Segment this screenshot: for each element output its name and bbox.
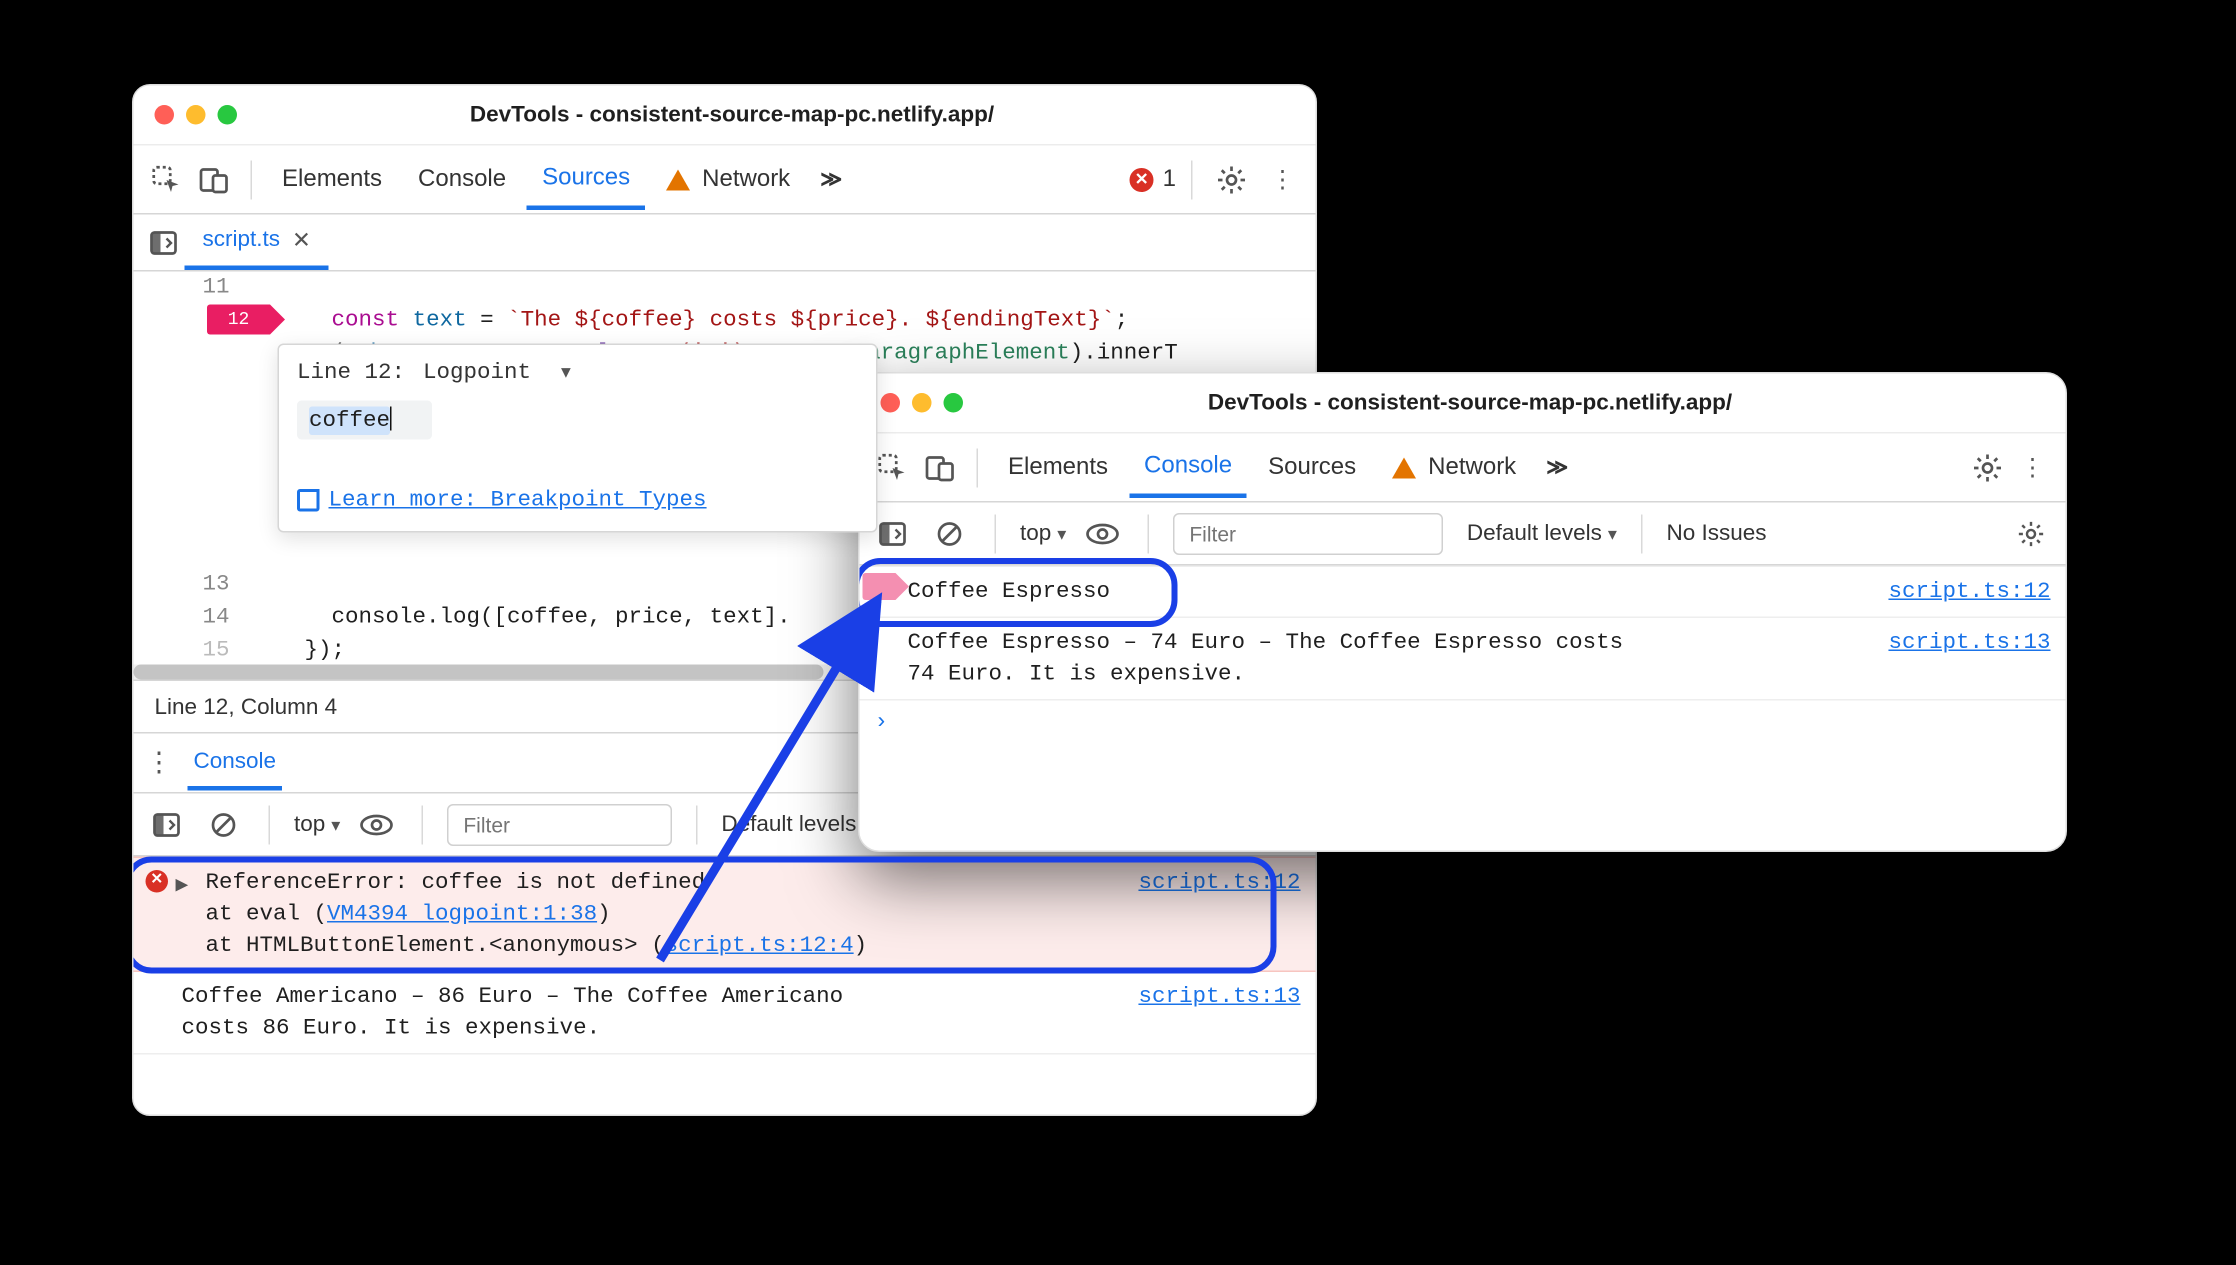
more-options-icon[interactable]: ⋮ xyxy=(2012,452,2054,482)
error-count: 1 xyxy=(1163,166,1176,193)
console-filter-input[interactable] xyxy=(1173,512,1443,554)
console-body: script.ts:12 Coffee Espresso script.ts:1… xyxy=(860,566,2066,745)
console-log-row[interactable]: script.ts:13 Coffee Americano – 86 Euro … xyxy=(134,972,1316,1055)
context-selector[interactable]: top xyxy=(1020,521,1066,547)
log-levels-select[interactable]: Default levels xyxy=(1467,521,1617,547)
console-toolbar: top Default levels No Issues xyxy=(860,503,2066,566)
window-minimize-icon[interactable] xyxy=(912,393,932,413)
settings-gear-icon[interactable] xyxy=(1964,452,2012,482)
breakpoint-dots-icon: ·· xyxy=(188,309,206,335)
navigator-toggle-icon[interactable] xyxy=(143,222,185,264)
source-link[interactable]: script.ts:12 xyxy=(1138,867,1300,899)
live-expression-icon[interactable] xyxy=(355,803,397,845)
tab-console[interactable]: Console xyxy=(1129,441,1247,498)
line-number: 14 xyxy=(134,602,230,635)
context-selector[interactable]: top xyxy=(294,812,340,838)
issues-label[interactable]: No Issues xyxy=(1666,521,1766,547)
tab-sources[interactable]: Sources xyxy=(1253,442,1371,493)
console-prompt[interactable]: › xyxy=(860,701,2066,745)
file-tabstrip: script.ts ✕ xyxy=(134,215,1316,272)
device-toolbar-icon[interactable] xyxy=(194,158,236,200)
logpoint-marker-icon[interactable]: 12 xyxy=(207,305,270,335)
console-filter-input[interactable] xyxy=(447,803,672,845)
line-number: 13 xyxy=(134,569,230,602)
window-title: DevTools - consistent-source-map-pc.netl… xyxy=(237,102,1295,128)
tab-network-label: Network xyxy=(702,166,790,193)
error-badge-icon[interactable]: ✕ xyxy=(1130,167,1154,191)
drawer-more-icon[interactable]: ⋮ xyxy=(146,747,173,779)
warning-icon xyxy=(666,169,690,190)
window-title: DevTools - consistent-source-map-pc.netl… xyxy=(963,390,2045,416)
clear-console-icon[interactable] xyxy=(203,803,245,845)
expand-caret-icon[interactable]: ▶ xyxy=(176,872,189,904)
external-link-icon xyxy=(297,489,320,512)
source-link[interactable]: script.ts:13 xyxy=(1138,981,1300,1013)
settings-gear-icon[interactable] xyxy=(1208,164,1256,194)
more-options-icon[interactable]: ⋮ xyxy=(1262,164,1304,194)
tab-sources[interactable]: Sources xyxy=(527,153,645,210)
more-tabs-button[interactable]: ≫ xyxy=(811,167,851,193)
logpoint-line-label: Line 12: xyxy=(297,360,405,386)
source-link[interactable]: VM4394 logpoint:1:38 xyxy=(327,902,597,928)
tab-network-label: Network xyxy=(1428,454,1516,481)
titlebar[interactable]: DevTools - consistent-source-map-pc.netl… xyxy=(860,374,2066,434)
tab-network[interactable]: Network xyxy=(651,154,805,205)
error-message: ReferenceError: coffee is not defined xyxy=(206,870,706,896)
console-log-text: Coffee Americano – 86 Euro – The Coffee … xyxy=(182,984,844,1041)
devtools-toolbar: Elements Console Sources Network ≫ ✕ 1 ⋮ xyxy=(134,146,1316,215)
console-settings-icon[interactable] xyxy=(2009,520,2054,547)
learn-more-link[interactable]: Learn more: Breakpoint Types xyxy=(297,488,858,514)
window-close-icon[interactable] xyxy=(881,393,901,413)
cursor-position: Line 12, Column 4 xyxy=(155,694,338,720)
tab-console[interactable]: Console xyxy=(403,154,521,205)
inspect-element-icon[interactable] xyxy=(146,158,188,200)
window-zoom-icon[interactable] xyxy=(218,105,238,125)
titlebar[interactable]: DevTools - consistent-source-map-pc.netl… xyxy=(134,86,1316,146)
live-expression-icon[interactable] xyxy=(1081,512,1123,554)
sidebar-toggle-icon[interactable] xyxy=(872,512,914,554)
tab-elements[interactable]: Elements xyxy=(267,154,397,205)
inspect-element-icon[interactable] xyxy=(872,446,914,488)
window-zoom-icon[interactable] xyxy=(944,393,964,413)
console-log-text: Coffee Espresso – 74 Euro – The Coffee E… xyxy=(908,630,1624,687)
logpoint-badge-icon xyxy=(863,573,896,600)
source-link[interactable]: script.ts:13 xyxy=(1888,627,2050,659)
source-link[interactable]: script.ts:12 xyxy=(1888,576,2050,608)
drawer-tab-console[interactable]: Console xyxy=(188,737,283,791)
console-body: ✕ ▶ script.ts:12 ReferenceError: coffee … xyxy=(134,857,1316,1055)
line-number: 11 xyxy=(134,272,230,305)
device-toolbar-icon[interactable] xyxy=(920,446,962,488)
tab-elements[interactable]: Elements xyxy=(993,442,1123,493)
devtools-toolbar: Elements Console Sources Network ≫ ⋮ xyxy=(860,434,2066,503)
file-tab-script-ts[interactable]: script.ts ✕ xyxy=(185,213,329,270)
log-levels-select[interactable]: Default levels xyxy=(721,812,871,838)
logpoint-expression-input[interactable]: coffee xyxy=(297,401,432,440)
console-error-row[interactable]: ✕ ▶ script.ts:12 ReferenceError: coffee … xyxy=(134,857,1316,973)
window-close-icon[interactable] xyxy=(155,105,175,125)
console-log-text: Coffee Espresso xyxy=(908,579,1111,605)
warning-icon xyxy=(1392,457,1416,478)
logpoint-editor: Line 12: Logpoint coffee Learn more: Bre… xyxy=(278,344,878,533)
breakpoint-type-select[interactable]: Logpoint xyxy=(423,360,571,386)
error-icon: ✕ xyxy=(146,870,169,893)
console-logpoint-row[interactable]: script.ts:12 Coffee Espresso xyxy=(860,566,2066,619)
devtools-window-console: DevTools - consistent-source-map-pc.netl… xyxy=(858,372,2067,852)
line-number: 15 xyxy=(134,635,230,668)
window-minimize-icon[interactable] xyxy=(186,105,206,125)
clear-console-icon[interactable] xyxy=(929,512,971,554)
file-tab-label: script.ts xyxy=(203,227,281,253)
more-tabs-button[interactable]: ≫ xyxy=(1537,455,1577,481)
source-link[interactable]: script.ts:12:4 xyxy=(665,933,854,959)
tab-network[interactable]: Network xyxy=(1377,442,1531,493)
console-log-row[interactable]: script.ts:13 Coffee Espresso – 74 Euro –… xyxy=(860,618,2066,701)
sidebar-toggle-icon[interactable] xyxy=(146,803,188,845)
close-icon[interactable]: ✕ xyxy=(292,226,311,253)
